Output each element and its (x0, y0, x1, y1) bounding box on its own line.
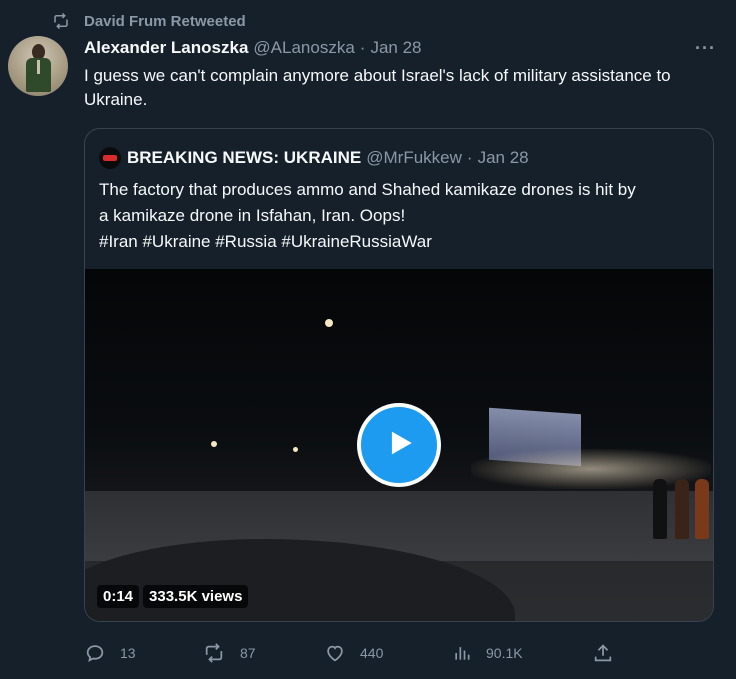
quoted-text-line: a kamikaze drone in Isfahan, Iran. Oops! (99, 206, 406, 225)
bar-chart-icon (452, 642, 472, 664)
video-views: 333.5K views (143, 585, 249, 608)
avatar-tie (37, 60, 40, 74)
play-button[interactable] (357, 403, 441, 487)
author-handle[interactable]: @ALanoszka (253, 38, 354, 58)
views-button[interactable]: 90.1K (452, 640, 523, 666)
quoted-hashtags[interactable]: #Iran #Ukraine #Russia #UkraineRussiaWar (99, 229, 699, 255)
quoted-avatar[interactable] (99, 147, 121, 169)
quoted-text-line: The factory that produces ammo and Shahe… (99, 180, 636, 199)
video-person (653, 479, 667, 539)
retweet-button[interactable]: 87 (202, 640, 256, 666)
like-count: 440 (360, 645, 384, 661)
video-light (211, 441, 217, 447)
video-duration: 0:14 (97, 585, 140, 608)
play-icon (382, 426, 416, 465)
quoted-tweet-date[interactable]: Jan 28 (478, 148, 529, 168)
views-count: 90.1K (486, 645, 523, 661)
separator-dot: · (359, 38, 366, 57)
reply-button[interactable]: 13 (84, 640, 136, 666)
avatar[interactable] (8, 36, 68, 96)
share-icon (592, 642, 614, 664)
tweet-text: I guess we can't complain anymore about … (84, 66, 671, 109)
quoted-tweet[interactable]: BREAKING NEWS: UKRAINE @MrFukkew · Jan 2… (84, 128, 714, 622)
tweet-header: Alexander Lanoszka @ALanoszka · Jan 28 ·… (84, 36, 716, 60)
like-button[interactable]: 440 (324, 640, 383, 666)
quoted-author-name[interactable]: BREAKING NEWS: UKRAINE (127, 148, 361, 168)
video-person (675, 479, 689, 539)
more-icon[interactable]: ··· (695, 38, 716, 59)
tweet-date[interactable]: Jan 28 (370, 38, 421, 58)
video-light (325, 319, 333, 327)
share-button[interactable] (592, 640, 614, 666)
reply-count: 13 (120, 645, 136, 661)
reply-icon (84, 642, 106, 664)
video-light (293, 447, 298, 452)
retweet-icon (202, 642, 226, 664)
retweet-context[interactable]: David Frum Retweeted (52, 10, 246, 32)
quoted-author-handle[interactable]: @MrFukkew (366, 148, 462, 168)
video-player[interactable]: 0:14 333.5K views (85, 269, 713, 621)
retweet-context-icon (52, 12, 70, 30)
heart-icon (324, 642, 346, 664)
separator-dot: · (466, 148, 473, 167)
retweet-context-label: David Frum Retweeted (84, 12, 246, 30)
author-name[interactable]: Alexander Lanoszka (84, 38, 248, 58)
quoted-tweet-header: BREAKING NEWS: UKRAINE @MrFukkew · Jan 2… (99, 146, 529, 170)
action-bar: 13 87 440 90.1K (84, 640, 624, 666)
video-meta: 0:14 333.5K views (97, 585, 249, 608)
video-person (695, 479, 709, 539)
retweet-count: 87 (240, 645, 256, 661)
quoted-tweet-text: The factory that produces ammo and Shahe… (99, 177, 699, 255)
